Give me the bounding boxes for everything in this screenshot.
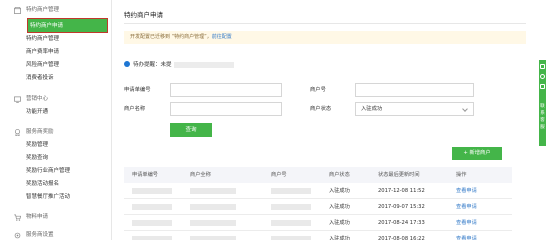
masked-merchant-no (271, 204, 311, 210)
view-apply-link[interactable]: 查看申请 (456, 199, 477, 215)
masked-merchant-name (190, 220, 236, 226)
masked-apply-no (132, 204, 172, 210)
config-notice: 开发配置已迁移到 “特约商户管理”，前往配置 (124, 31, 526, 44)
contact-text: 客 (540, 118, 545, 123)
row-time: 2017-12-08 11:52 (378, 188, 425, 194)
todo-tip: 待办提醒：未提 (124, 60, 234, 70)
view-apply-link[interactable]: 查看申请 (456, 183, 477, 199)
sidebar-item-merchant-manage[interactable]: 特约商户管理 (26, 35, 59, 44)
settings-icon (14, 232, 21, 239)
add-merchant-button[interactable]: + 新增商户 (452, 147, 502, 160)
col-merchant-name: 商户全称 (190, 172, 211, 178)
query-button[interactable]: 查询 (170, 123, 212, 137)
masked-merchant-name (190, 236, 236, 240)
masked-apply-no (132, 188, 172, 194)
merchant-no-label: 商户号 (310, 87, 326, 93)
sidebar-item-risk-merchant[interactable]: 风险商户管理 (26, 61, 59, 70)
table-row: 入驻成功 2017-08-08 16:22 查看申请 (124, 231, 512, 240)
contact-text: 系 (540, 111, 545, 116)
sidebar: 特约商户管理 特约商户申请 特约商户管理 商户费率申请 风险商户管理 消费者投诉… (0, 0, 112, 240)
sidebar-section-settings[interactable]: 服务商设置 (14, 231, 54, 240)
masked-merchant-no (271, 236, 311, 240)
col-action: 操作 (456, 172, 467, 178)
masked-apply-no (132, 236, 172, 240)
masked-merchant-no (271, 220, 311, 226)
divider (124, 23, 526, 24)
notice-text: 开发配置已迁移到 “特约商户管理”， (130, 34, 212, 40)
masked-merchant-name (190, 188, 236, 194)
tip-text: 待办提醒：未提 (133, 62, 172, 68)
merchant-status-select[interactable]: 入驻成功 (355, 102, 474, 116)
merchant-name-label: 商户名称 (124, 106, 146, 112)
col-status: 商户状态 (329, 172, 350, 178)
page-title: 特约商户申请 (124, 11, 163, 19)
row-time: 2017-08-08 16:22 (378, 236, 425, 240)
marketing-icon (14, 96, 21, 103)
main-content: 特约商户申请 开发配置已迁移到 “特约商户管理”，前往配置 待办提醒：未提 申请… (112, 0, 539, 240)
view-apply-link[interactable]: 查看申请 (456, 231, 477, 240)
masked-merchant-name (190, 204, 236, 210)
contact-text: 联 (540, 104, 545, 109)
masked-merchant-no (271, 188, 311, 194)
col-update-time: 状态最后更新时间 (378, 172, 420, 178)
sidebar-section-material[interactable]: 物料申请 (14, 213, 48, 222)
apply-no-input[interactable] (170, 83, 282, 97)
table-row: 入驻成功 2017-12-08 11:52 查看申请 (124, 183, 512, 199)
apply-no-label: 申请单编号 (124, 87, 151, 93)
masked-text (173, 61, 234, 68)
sidebar-item-reward-signup[interactable]: 奖励活动报名 (26, 180, 59, 189)
sidebar-item-feature-open[interactable]: 功能开通 (26, 108, 48, 117)
row-status: 入驻成功 (329, 220, 350, 226)
merchant-status-value: 入驻成功 (361, 106, 383, 112)
view-apply-link[interactable]: 查看申请 (456, 215, 477, 231)
sidebar-item-reward-manage[interactable]: 奖励管理 (26, 141, 48, 150)
merchant-no-input[interactable] (355, 83, 474, 97)
chevron-down-icon (462, 106, 468, 112)
col-apply-no: 申请单编号 (132, 172, 158, 178)
contact-text: 服 (540, 125, 545, 130)
row-time: 2017-09-07 15:32 (378, 204, 425, 210)
sidebar-section-reward[interactable]: 服务商奖励 (14, 128, 54, 137)
sidebar-item-rate-apply[interactable]: 商户费率申请 (26, 48, 59, 57)
col-merchant-no: 商户号 (271, 172, 287, 178)
row-status: 入驻成功 (329, 188, 350, 194)
sidebar-item-reward-query[interactable]: 奖励查询 (26, 154, 48, 163)
info-icon (124, 60, 130, 67)
table-row: 入驻成功 2017-08-24 17:33 查看申请 (124, 215, 512, 231)
contact-service-bar[interactable]: 联 系 客 服 (539, 60, 546, 146)
sidebar-item-merchant-apply[interactable]: 特约商户申请 (27, 18, 108, 33)
merchant-status-label: 商户状态 (310, 106, 332, 112)
masked-apply-no (132, 220, 172, 226)
sidebar-item-restaurant-promo[interactable]: 智慧餐厅推广活动 (26, 193, 70, 202)
feedback-icon[interactable] (540, 84, 545, 89)
merchant-name-input[interactable] (170, 102, 282, 116)
reward-icon (14, 129, 21, 136)
row-time: 2017-08-24 17:33 (378, 220, 425, 226)
table-header: 申请单编号 商户全称 商户号 商户状态 状态最后更新时间 操作 (124, 167, 512, 183)
edit-icon[interactable] (540, 64, 545, 69)
row-status: 入驻成功 (329, 236, 350, 240)
row-status: 入驻成功 (329, 204, 350, 210)
sidebar-item-complaint[interactable]: 消费者投诉 (26, 74, 54, 83)
sidebar-section-marketing[interactable]: 营销中心 (14, 95, 48, 104)
cart-icon (14, 214, 21, 221)
store-icon (14, 7, 21, 14)
sidebar-section-merchant[interactable]: 特约商户管理 (14, 6, 59, 15)
notice-config-link[interactable]: 前往配置 (212, 34, 232, 40)
sidebar-item-reward-industry[interactable]: 奖励行业商户管理 (26, 167, 70, 176)
headset-icon[interactable] (540, 74, 545, 79)
table-row: 入驻成功 2017-09-07 15:32 查看申请 (124, 199, 512, 215)
